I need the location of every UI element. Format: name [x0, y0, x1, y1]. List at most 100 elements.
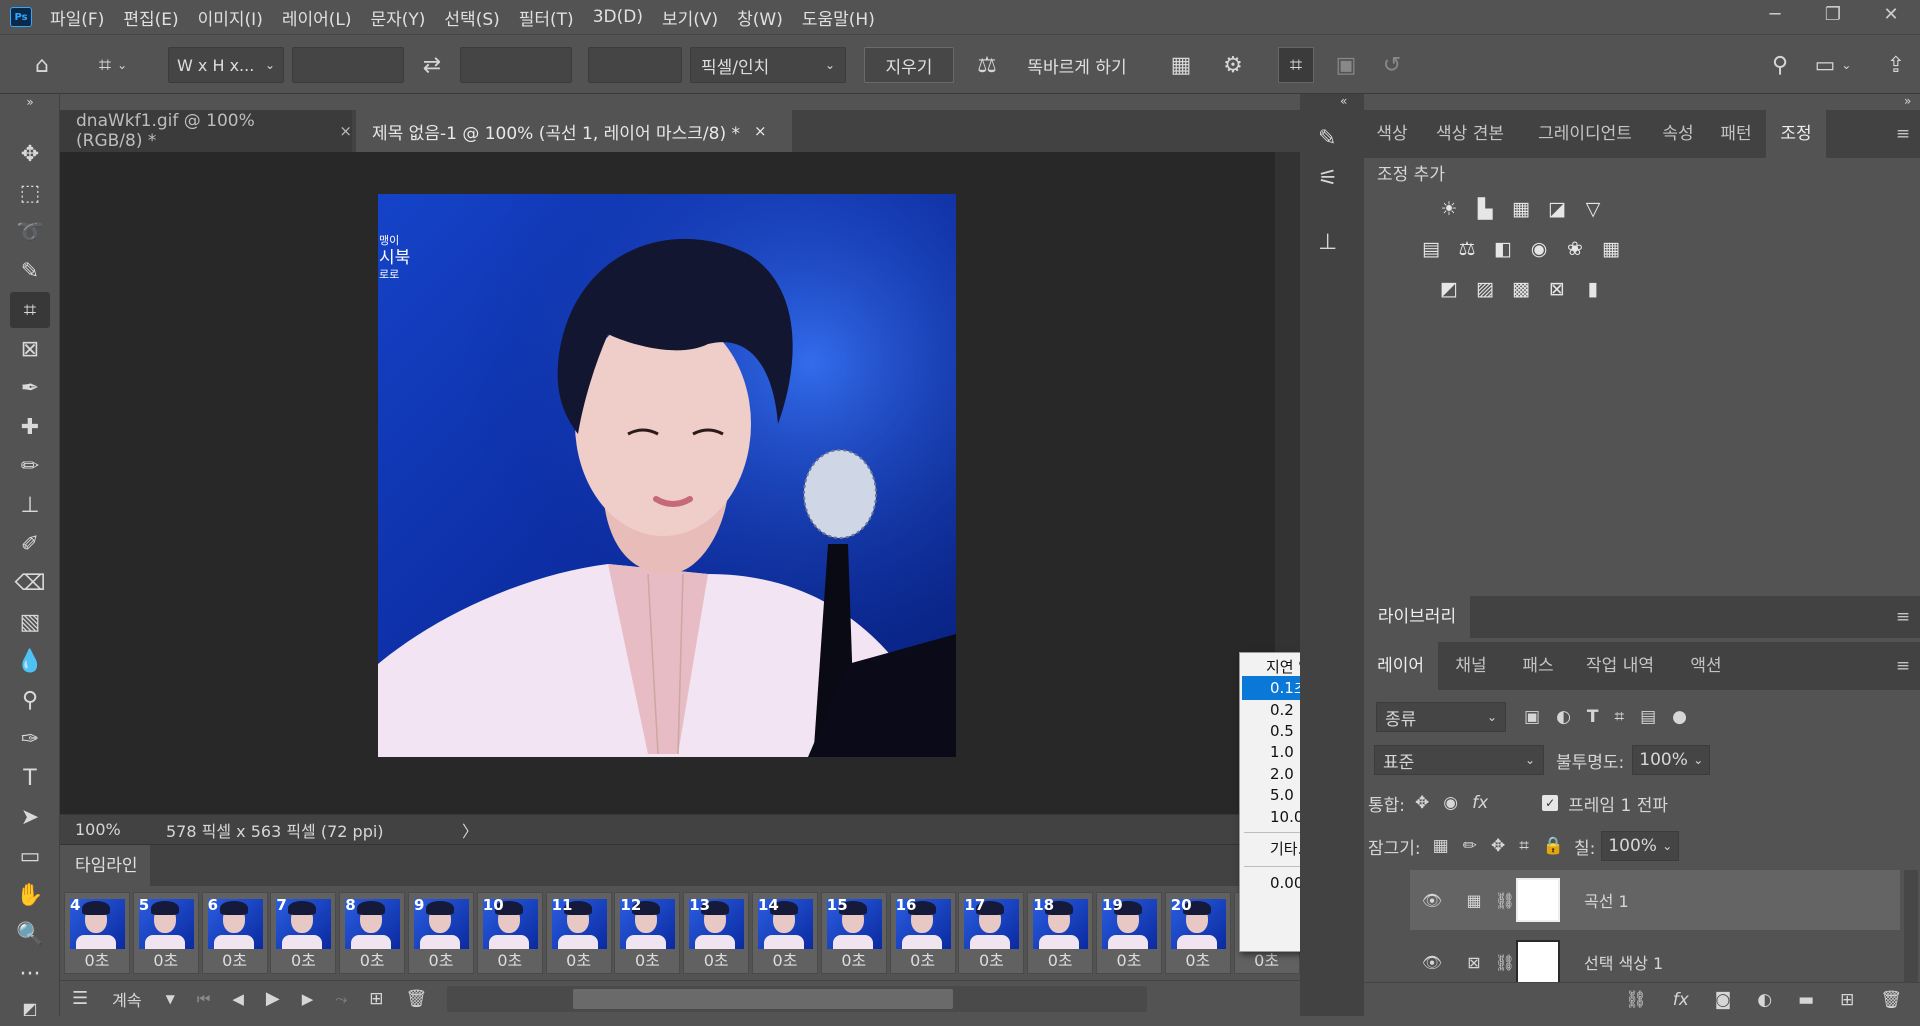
eyedropper-tool-icon[interactable]: ✒ — [10, 370, 50, 406]
ratio-select[interactable]: W x H x... ⌄ — [168, 47, 284, 83]
delete-cropped-icon[interactable]: ⌗ — [1278, 47, 1314, 83]
frame-delay[interactable]: 0초 — [134, 947, 198, 971]
pen-tool-icon[interactable]: ✑ — [10, 721, 50, 757]
loop-select[interactable]: 계속 — [112, 987, 141, 1011]
crop-tool-icon[interactable]: ⌗ — [10, 292, 50, 328]
color-swatches-icon[interactable]: ◩ — [10, 990, 50, 1026]
new-group-icon[interactable]: ▬ — [1798, 990, 1814, 1010]
timeline-tab[interactable]: 타임라인 — [60, 845, 150, 887]
frame-delay[interactable]: 0초 — [547, 947, 611, 971]
frame-delay[interactable]: 0초 — [753, 947, 817, 971]
path-select-tool-icon[interactable]: ➤ — [10, 799, 50, 835]
timeline-frame[interactable]: 9 0초 — [408, 892, 474, 974]
move-tool-icon[interactable]: ✥ — [10, 136, 50, 172]
fill-field[interactable]: 100% ⌄ — [1601, 831, 1680, 861]
timeline-scrollbar[interactable] — [447, 985, 1148, 1012]
tween-icon[interactable]: ⤳ — [335, 990, 347, 1008]
content-aware-icon[interactable]: ▣ — [1328, 47, 1364, 83]
clear-button[interactable]: 지우기 — [864, 47, 954, 83]
brush-settings-icon[interactable]: ✎ — [1318, 126, 1336, 151]
share-icon[interactable]: ⇪ — [1878, 47, 1914, 83]
lock-artboard-icon[interactable]: ⌗ — [1519, 836, 1529, 856]
menu-help[interactable]: 도움말(H) — [802, 5, 875, 30]
trash-icon[interactable]: 🗑 — [1880, 990, 1902, 1010]
frame-delay[interactable]: 0초 — [271, 947, 335, 971]
reset-icon[interactable]: ↺ — [1374, 47, 1410, 83]
unify-visibility-icon[interactable]: ◉ — [1443, 793, 1458, 813]
layers-scrollbar[interactable] — [1904, 870, 1918, 990]
menu-window[interactable]: 창(W) — [737, 5, 783, 30]
shape-filter-icon[interactable]: ⌗ — [1615, 707, 1625, 727]
tab-properties[interactable]: 속성 — [1650, 110, 1706, 158]
straighten-icon[interactable]: ⚖ — [970, 47, 1004, 83]
smart-filter-icon[interactable]: ▤ — [1640, 707, 1656, 727]
tab-dnawkf1[interactable]: dnaWkf1.gif @ 100% (RGB/8) * × — [60, 110, 352, 152]
lock-pixels-icon[interactable]: ✏ — [1463, 836, 1477, 856]
menu-view[interactable]: 보기(V) — [662, 5, 718, 30]
timeline-frame[interactable]: 19 0초 — [1096, 892, 1162, 974]
menu-type[interactable]: 문자(Y) — [370, 5, 425, 30]
lasso-tool-icon[interactable]: ➰ — [10, 214, 50, 250]
grid-overlay-icon[interactable]: ▦ — [1162, 47, 1200, 83]
collapse-panels-icon[interactable]: « — [1340, 94, 1347, 108]
link-layers-icon[interactable]: ⛓ — [1625, 990, 1647, 1010]
close-button[interactable]: ✕ — [1862, 0, 1920, 34]
type-filter-icon[interactable]: T — [1587, 707, 1599, 727]
panel-menu-icon[interactable]: ≡ — [1888, 110, 1918, 158]
frame-delay[interactable]: 0초 — [1097, 947, 1161, 971]
collapse-toolbar-icon[interactable]: » — [10, 94, 50, 110]
gradient-tool-icon[interactable]: ▧ — [10, 604, 50, 640]
hand-tool-icon[interactable]: ✋ — [10, 877, 50, 913]
brush-presets-icon[interactable]: ⚟ — [1318, 166, 1338, 191]
timeline-frame[interactable]: 16 0초 — [889, 892, 956, 974]
black-white-icon[interactable]: ◧ — [1488, 234, 1518, 264]
frame-tool-icon[interactable]: ⊠ — [10, 331, 50, 367]
adjust-filter-icon[interactable]: ◐ — [1556, 707, 1571, 727]
timeline-frame[interactable]: 12 0초 — [614, 892, 681, 974]
add-mask-icon[interactable]: ◙ — [1715, 990, 1732, 1010]
timeline-frame[interactable]: 6 0초 — [201, 892, 268, 974]
tab-channels[interactable]: 채널 — [1438, 642, 1504, 690]
workspace-icon[interactable]: ▭ ⌄ — [1808, 47, 1858, 83]
selective-color-icon[interactable]: ⊠ — [1542, 274, 1572, 304]
chevron-down-icon[interactable]: ▼ — [166, 992, 175, 1006]
frame-delay[interactable]: 0초 — [203, 947, 267, 971]
zoom-tool-icon[interactable]: 🔍 — [10, 916, 50, 952]
gradient-map-icon[interactable]: ▮ — [1578, 274, 1608, 304]
gear-icon[interactable]: ⚙ — [1214, 47, 1252, 83]
timeline-frame[interactable]: 7 0초 — [270, 892, 337, 974]
menu-image[interactable]: 이미지(I) — [198, 5, 263, 30]
image-filter-icon[interactable]: ▣ — [1524, 707, 1540, 727]
propagate-checkbox[interactable]: ✓ — [1542, 795, 1559, 811]
first-frame-icon[interactable]: ⏮ — [197, 990, 211, 1008]
scroll-thumb[interactable] — [573, 988, 954, 1009]
tab-actions[interactable]: 액션 — [1668, 642, 1744, 690]
straighten-label[interactable]: 똑바르게 하기 — [1012, 47, 1142, 83]
brightness-icon[interactable]: ☀ — [1434, 194, 1464, 224]
panel-menu-icon[interactable]: ≡ — [1888, 642, 1918, 690]
posterize-icon[interactable]: ▨ — [1470, 274, 1500, 304]
more-tools-icon[interactable]: ··· — [10, 956, 50, 992]
clone-stamp-tool-icon[interactable]: ⊥ — [10, 487, 50, 523]
frame-delay[interactable]: 0초 — [478, 947, 542, 971]
tab-untitled-1[interactable]: 제목 없음-1 @ 100% (곡선 1, 레이어 마스크/8) * × — [356, 110, 792, 152]
link-icon[interactable]: ⛓ — [1494, 953, 1516, 972]
menu-file[interactable]: 파일(F) — [50, 5, 104, 30]
frame-delay[interactable]: 0초 — [891, 947, 955, 971]
vibrance-icon[interactable]: ▽ — [1578, 194, 1608, 224]
tab-history[interactable]: 작업 내역 — [1572, 642, 1668, 690]
timeline-frame[interactable]: 13 0초 — [683, 892, 750, 974]
close-icon[interactable]: × — [339, 122, 352, 140]
trash-icon[interactable]: 🗑 — [406, 989, 428, 1009]
timeline-frame[interactable]: 4 0초 — [64, 892, 130, 974]
tab-adjustments[interactable]: 조정 — [1766, 110, 1826, 158]
timeline-frame[interactable]: 10 0초 — [476, 892, 543, 974]
width-field[interactable] — [292, 47, 404, 83]
new-layer-icon[interactable]: ⊞ — [1840, 990, 1854, 1010]
history-brush-tool-icon[interactable]: ✐ — [10, 526, 50, 562]
fx-icon[interactable]: fx — [1673, 990, 1689, 1010]
resolution-field[interactable] — [588, 47, 682, 83]
layer-filter-select[interactable]: 종류 ⌄ — [1376, 702, 1506, 732]
frame-delay[interactable]: 0초 — [65, 947, 129, 971]
tab-gradients[interactable]: 그레이디언트 — [1520, 110, 1650, 158]
